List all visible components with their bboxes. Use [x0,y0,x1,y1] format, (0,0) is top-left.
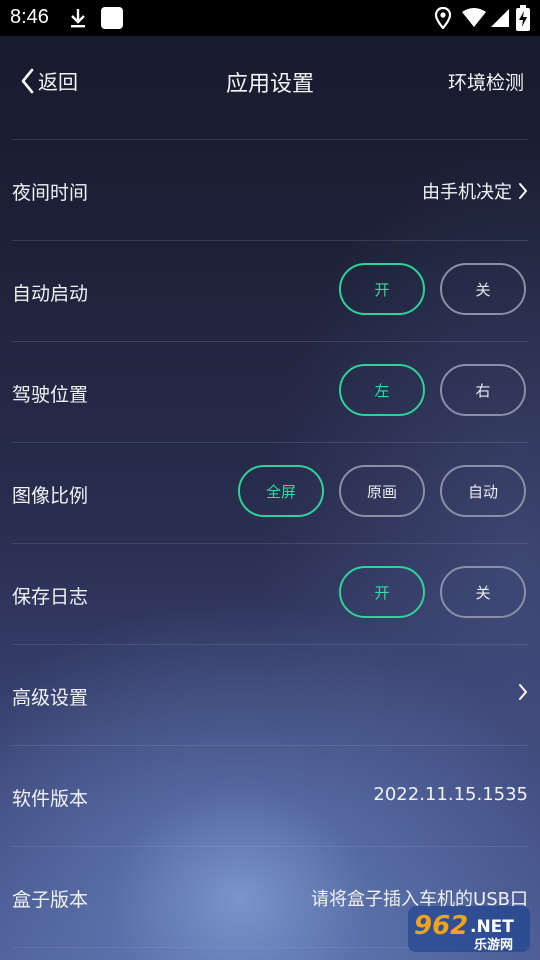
driving-position-right-button[interactable]: 右 [440,364,526,416]
setting-row-driving-position: 驾驶位置 左 右 [0,342,540,442]
save-log-on-button[interactable]: 开 [339,566,425,618]
wifi-icon [462,8,486,27]
night-time-value-text: 由手机决定 [422,182,512,203]
night-time-label: 夜间时间 [12,182,89,204]
setting-row-auto-start: 自动启动 开 关 [0,241,540,341]
driving-position-label: 驾驶位置 [12,384,89,406]
box-version-label: 盒子版本 [12,889,89,911]
app-header: 返回 应用设置 环境检测 [0,36,540,128]
setting-row-software-version: 软件版本 2022.11.15.1535 [0,746,540,846]
driving-position-left-button[interactable]: 左 [339,364,425,416]
image-ratio-auto-button[interactable]: 自动 [440,465,526,517]
image-ratio-label: 图像比例 [12,485,89,507]
setting-row-night-time[interactable]: 夜间时间 由手机决定 [0,140,540,240]
setting-row-save-log: 保存日志 开 关 [0,544,540,644]
image-ratio-fullscreen-button[interactable]: 全屏 [238,465,324,517]
download-icon [71,9,85,28]
setting-row-image-ratio: 图像比例 全屏 原画 自动 [0,443,540,543]
setting-row-advanced[interactable]: 高级设置 [0,645,540,745]
auto-start-off-button[interactable]: 关 [440,263,526,315]
software-version-value: 2022.11.15.1535 [373,784,528,805]
night-time-value: 由手机决定 [422,178,528,204]
svg-text:乐游网: 乐游网 [474,937,513,953]
signal-icon [491,9,509,27]
notification-square-icon [101,7,123,29]
software-version-label: 软件版本 [12,788,89,810]
status-time: 8:46 [10,6,49,28]
save-log-off-button[interactable]: 关 [440,566,526,618]
environment-check-button[interactable]: 环境检测 [448,68,524,95]
save-log-label: 保存日志 [12,586,89,608]
location-icon [434,7,452,29]
advanced-settings-label: 高级设置 [12,687,89,709]
chevron-right-icon [519,684,527,700]
chevron-right-icon [519,183,527,199]
image-ratio-original-button[interactable]: 原画 [339,465,425,517]
svg-text:.NET: .NET [470,917,514,937]
status-bar: 8:46 [0,0,540,36]
svg-text:962: 962 [414,911,468,941]
auto-start-label: 自动启动 [12,283,89,305]
advanced-settings-arrow [518,683,528,701]
battery-charging-icon [516,5,530,31]
site-watermark-logo: 962 .NET 乐游网 [408,906,530,953]
auto-start-on-button[interactable]: 开 [339,263,425,315]
